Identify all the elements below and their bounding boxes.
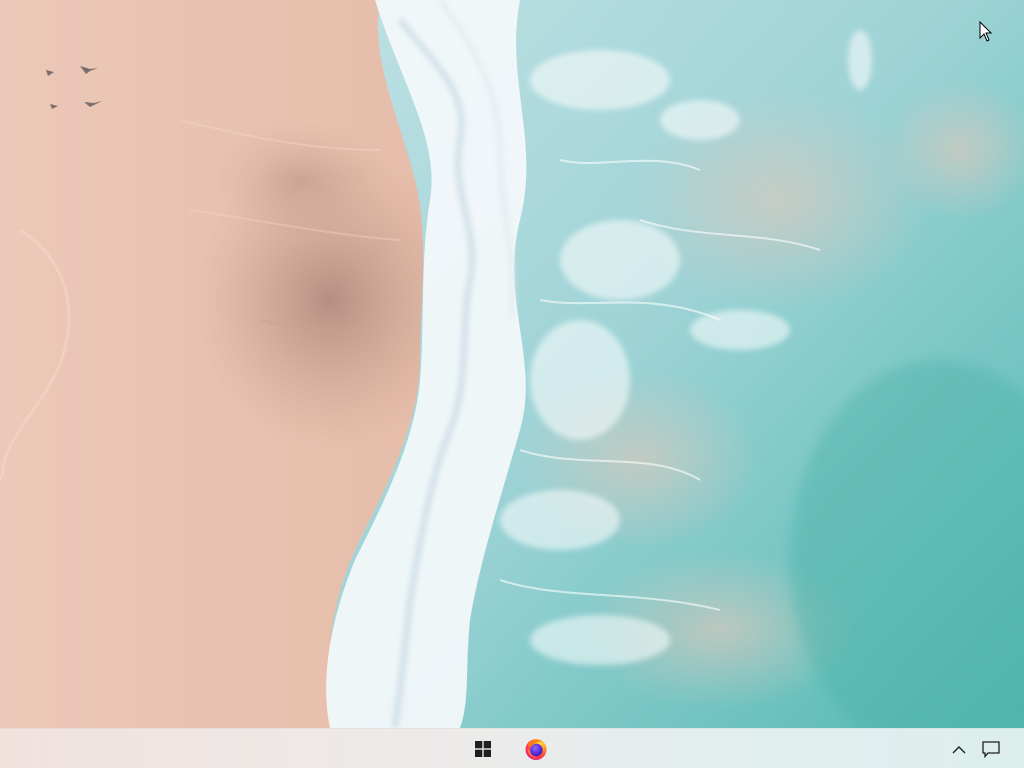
show-hidden-icons-button[interactable]: chevron-up-icon [946,729,972,769]
windows-logo-icon [475,741,491,757]
desktop-wallpaper [0,0,1024,728]
firefox-icon [525,739,547,760]
mouse-cursor-icon [979,21,993,42]
taskbar: windows-logo-icon firefox-icon [0,728,1024,768]
action-center-icon [982,740,1000,758]
action-center-button[interactable]: action-center-icon [977,729,1005,769]
desktop[interactable] [0,0,1024,728]
taskbar-app-firefox[interactable]: firefox-icon [518,729,554,769]
chevron-up-icon [952,745,966,753]
start-button[interactable]: windows-logo-icon [466,729,500,769]
